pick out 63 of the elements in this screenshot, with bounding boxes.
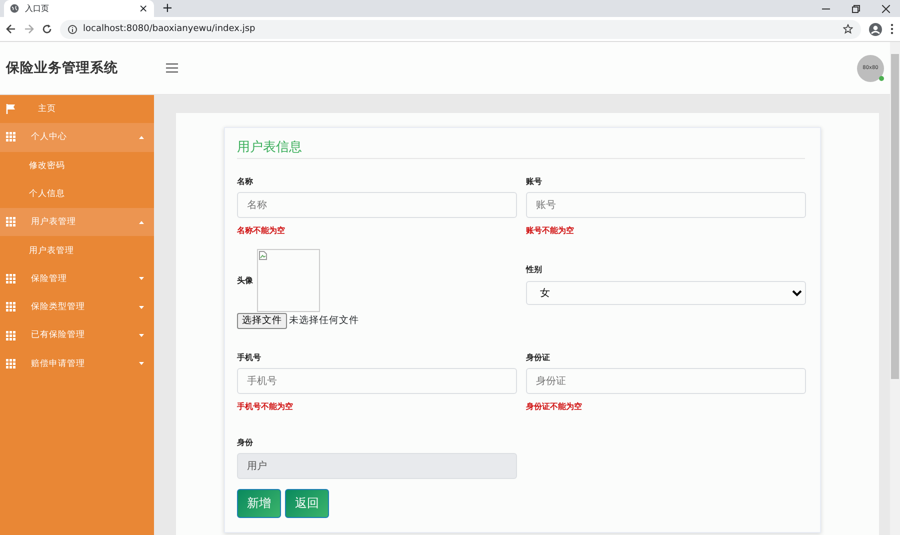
gender-select[interactable]: 女 bbox=[526, 281, 806, 306]
field-label: 身份证 bbox=[526, 352, 550, 362]
input-field[interactable]: 账号 bbox=[526, 192, 806, 218]
field-label: 头像 bbox=[237, 276, 253, 286]
submenu-item[interactable]: 修改密码 bbox=[0, 152, 154, 180]
menu-icon[interactable] bbox=[166, 63, 178, 73]
browser-tab[interactable]: 入口页 × bbox=[4, 0, 154, 17]
caret-up-icon bbox=[139, 136, 144, 139]
back-icon[interactable] bbox=[6, 24, 16, 34]
caret-down-icon bbox=[139, 277, 144, 280]
star-icon[interactable] bbox=[843, 24, 853, 34]
close-icon[interactable] bbox=[882, 4, 890, 12]
field-label: 手机号 bbox=[237, 352, 261, 362]
field-label: 身份 bbox=[237, 438, 253, 448]
grid-icon bbox=[6, 330, 16, 341]
file-button[interactable]: 选择文件 bbox=[237, 313, 287, 329]
form-button[interactable]: 返回 bbox=[285, 489, 329, 518]
scrollbar[interactable] bbox=[890, 42, 900, 535]
sidebar-item[interactable]: 用户表管理 bbox=[0, 208, 154, 236]
sidebar-item[interactable]: 保险类型管理 bbox=[0, 293, 154, 322]
sidebar-item[interactable]: 个人中心 bbox=[0, 123, 154, 152]
flag-icon bbox=[6, 104, 16, 114]
sidebar-item[interactable]: 保险管理 bbox=[0, 264, 154, 294]
restore-icon[interactable] bbox=[852, 4, 860, 12]
address-bar[interactable]: localhost:8080/baoxianyewu/index.jsp bbox=[60, 20, 861, 38]
field-label: 账号 bbox=[526, 176, 542, 186]
caret-up-icon bbox=[139, 220, 144, 224]
field-label: 性别 bbox=[526, 265, 542, 275]
online-dot bbox=[879, 76, 884, 80]
sidebar-item[interactable]: 主页 bbox=[0, 95, 154, 124]
input-field[interactable]: 手机号 bbox=[237, 368, 517, 394]
broken-image-icon bbox=[259, 251, 267, 260]
field-label: 名称 bbox=[237, 176, 253, 186]
url-text: localhost:8080/baoxianyewu/index.jsp bbox=[83, 24, 256, 34]
tab-close-button[interactable]: × bbox=[138, 2, 148, 16]
caret-down-icon bbox=[139, 306, 144, 309]
grid-icon bbox=[6, 302, 16, 312]
submenu-item[interactable]: 个人信息 bbox=[0, 180, 154, 208]
grid-icon bbox=[6, 274, 16, 284]
info-icon bbox=[68, 24, 77, 34]
globe-icon bbox=[10, 4, 19, 13]
grid-icon bbox=[6, 132, 16, 142]
error-text: 名称不能为空 bbox=[237, 226, 285, 236]
grid-icon bbox=[6, 217, 16, 228]
sidebar-item[interactable]: 赔偿申请管理 bbox=[0, 350, 154, 378]
sidebar-item[interactable]: 已有保险管理 bbox=[0, 321, 154, 350]
grid-icon bbox=[6, 358, 16, 369]
more-icon[interactable] bbox=[890, 23, 894, 35]
form-button[interactable]: 新增 bbox=[237, 489, 281, 518]
form-title: 用户表信息 bbox=[237, 136, 805, 159]
file-status: 未选择任何文件 bbox=[289, 315, 359, 327]
account-icon[interactable] bbox=[869, 22, 882, 36]
input-field[interactable]: 名称 bbox=[237, 192, 517, 218]
reload-icon[interactable] bbox=[42, 24, 52, 34]
app-title: 保险业务管理系统 bbox=[6, 60, 119, 76]
error-text: 手机号不能为空 bbox=[237, 402, 293, 412]
input-field[interactable]: 身份证 bbox=[526, 368, 806, 394]
caret-down-icon bbox=[139, 334, 144, 338]
error-text: 身份证不能为空 bbox=[526, 402, 582, 412]
caret-down-icon bbox=[139, 362, 144, 366]
error-text: 账号不能为空 bbox=[526, 226, 574, 236]
new-tab-button[interactable]: + bbox=[162, 0, 173, 16]
submenu-item[interactable]: 用户表管理 bbox=[0, 236, 154, 265]
